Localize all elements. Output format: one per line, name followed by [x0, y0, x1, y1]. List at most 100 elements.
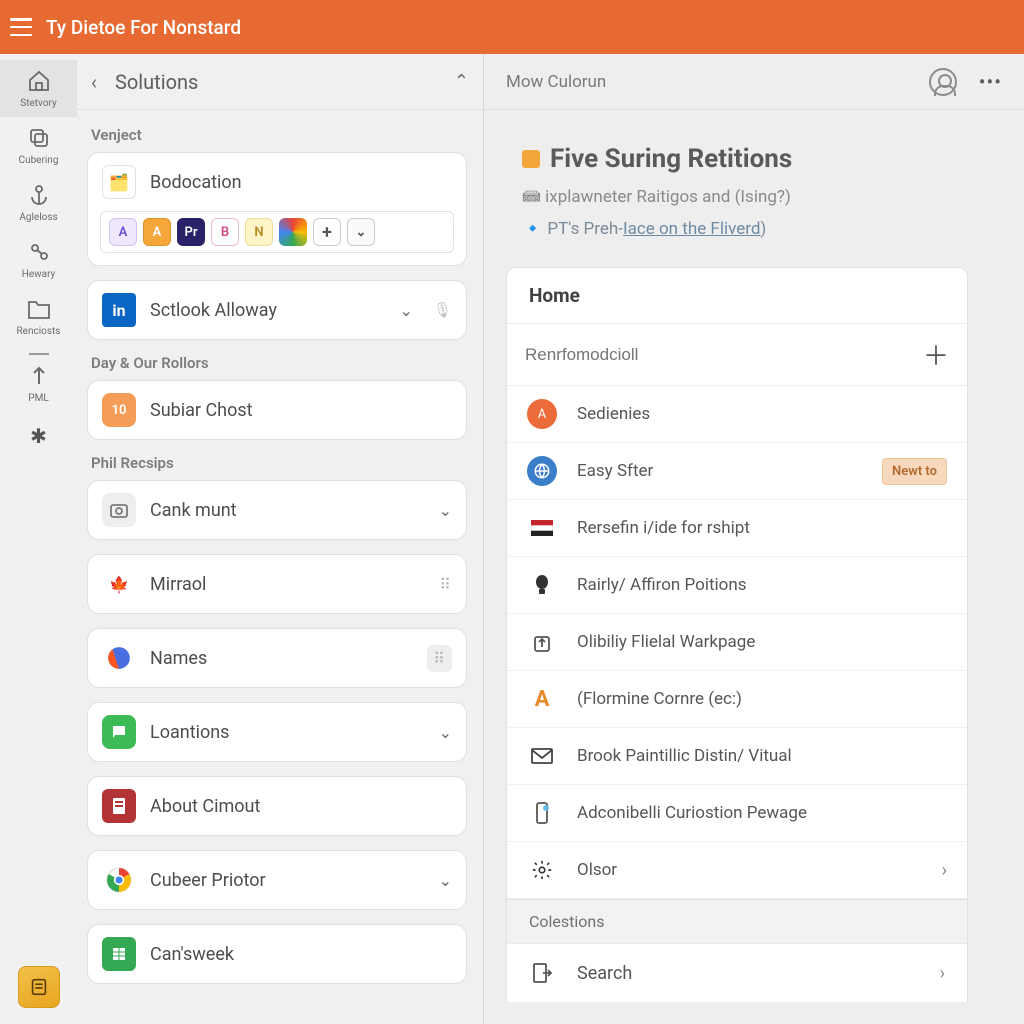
card-loantions[interactable]: Loantions ⌄: [87, 702, 467, 762]
app-title: Ty Dietoe For Nonstard: [46, 16, 241, 39]
drag-handle-icon[interactable]: ⠿: [439, 575, 452, 594]
firefox-icon: [102, 641, 136, 675]
home-panel: Home ＋ A Sedienies Easy Sfter Newt to Re…: [506, 267, 968, 900]
card-cank[interactable]: Cank munt ⌄: [87, 480, 467, 540]
rail-item-pml[interactable]: PML: [0, 355, 77, 412]
list-item-sedienies[interactable]: A Sedienies: [507, 386, 967, 443]
profile-icon[interactable]: [929, 68, 957, 96]
detail-column: Mow Culorun ••• Five Suring Retitions 📾 …: [484, 54, 1024, 1024]
section-venject: Venject: [91, 126, 467, 144]
list-item-easy-sfter[interactable]: Easy Sfter Newt to: [507, 443, 967, 500]
hero: Five Suring Retitions 📾 ixplawneter Rait…: [484, 110, 1024, 255]
chip-a1[interactable]: A: [109, 218, 137, 246]
add-button[interactable]: ＋: [923, 336, 949, 373]
back-button[interactable]: ‹: [91, 70, 97, 94]
phone-icon: [527, 798, 557, 828]
rail-divider: [0, 345, 77, 355]
chip-n[interactable]: N: [245, 218, 273, 246]
caret-a-icon: A: [527, 684, 557, 714]
panel-search-input[interactable]: [525, 345, 923, 365]
rail-item-stetvory[interactable]: Stetvory: [0, 60, 77, 117]
globe-icon: [527, 456, 557, 486]
card-mirraol[interactable]: 🍁 Mirraol ⠿: [87, 554, 467, 614]
avatar-icon: A: [527, 399, 557, 429]
upload-icon: [26, 363, 52, 389]
chevron-down-icon: ⌄: [439, 871, 452, 890]
exit-icon: [529, 960, 555, 986]
rail-item-agleloos[interactable]: Agleloss: [0, 174, 77, 231]
card-cansweek[interactable]: Can'sweek: [87, 924, 467, 984]
chip-a2[interactable]: A: [143, 218, 171, 246]
collections-head: Colestions: [507, 900, 967, 943]
section-day: Day & Our Rollors: [91, 354, 467, 372]
section-phil: Phil Recsips: [91, 454, 467, 472]
detail-header-title: Mow Culorun: [506, 72, 929, 92]
mic-icon[interactable]: 🎙︎: [433, 301, 452, 319]
chevron-down-icon: ⌄: [400, 301, 413, 320]
app-badge-icon: [18, 966, 60, 1008]
card-about[interactable]: About Cimout: [87, 776, 467, 836]
card-cubeer[interactable]: Cubeer Priotor ⌄: [87, 850, 467, 910]
bodocation-icon: 🗂️: [102, 165, 136, 199]
bulb-icon: [527, 570, 557, 600]
solutions-title: Solutions: [115, 70, 454, 94]
flag-icon: [527, 513, 557, 543]
folder-icon: [26, 296, 52, 322]
rail-item-hewary[interactable]: Hewary: [0, 231, 77, 288]
top-bar: Ty Dietoe For Nonstard: [0, 0, 1024, 54]
card-sctlook[interactable]: in Sctlook Alloway ⌄ 🎙︎: [87, 280, 467, 340]
collapse-button[interactable]: ⌃: [454, 71, 469, 92]
detail-header: Mow Culorun •••: [484, 54, 1024, 110]
hero-link-row: 🔹 PT's Preh-Iace on the Fliverd): [522, 219, 994, 239]
activity-icon: [26, 239, 52, 265]
camera-icon: [102, 493, 136, 527]
linkedin-icon: in: [102, 293, 136, 327]
hero-badge-icon: [522, 150, 540, 168]
message-icon: [102, 715, 136, 749]
chip-b[interactable]: B: [211, 218, 239, 246]
chevron-down-icon: ⌄: [439, 723, 452, 742]
sparkle-icon: ✱: [30, 424, 47, 448]
list-item-olsor[interactable]: Olsor ›: [507, 842, 967, 899]
hero-title: Five Suring Retitions: [522, 144, 994, 174]
doc-icon: [102, 789, 136, 823]
card-names[interactable]: Names ⠿: [87, 628, 467, 688]
solutions-column: ‹ Solutions ⌃ Venject 🗂️ Bodocation A A …: [77, 54, 484, 1024]
chevron-right-icon: ›: [942, 860, 947, 881]
anchor-icon: [26, 182, 52, 208]
list-item-rairly[interactable]: Rairly/ Affiron Poitions: [507, 557, 967, 614]
rail-item-renciosts[interactable]: Renciosts: [0, 288, 77, 345]
list-item-olibility[interactable]: Olibiliy Flielal Warkpage: [507, 614, 967, 671]
mail-icon: [527, 741, 557, 771]
menu-icon[interactable]: [10, 18, 32, 36]
panel-search-row: ＋: [507, 324, 967, 386]
maple-icon: 🍁: [102, 567, 136, 601]
drag-handle-icon[interactable]: ⠿: [427, 645, 452, 672]
rail-bottom-button[interactable]: [18, 966, 60, 1008]
chip-pr[interactable]: Pr: [177, 218, 205, 246]
rail-item-sparkle[interactable]: ✱: [0, 412, 77, 456]
gear-icon: [527, 855, 557, 885]
chevron-right-icon: ›: [940, 963, 945, 984]
card-subiar[interactable]: 10 Subiar Chost: [87, 380, 467, 440]
chip-more[interactable]: ⌄: [347, 218, 375, 246]
hero-link[interactable]: Iace on the Fliverd: [623, 219, 760, 239]
new-badge: Newt to: [882, 458, 947, 485]
sheets-icon: [102, 937, 136, 971]
home-icon: [26, 68, 52, 94]
card-bodocation[interactable]: 🗂️ Bodocation A A Pr B N + ⌄: [87, 152, 467, 266]
chevron-down-icon: ⌄: [439, 501, 452, 520]
chip-add[interactable]: +: [313, 218, 341, 246]
panel-head: Home: [507, 268, 967, 324]
list-item-search[interactable]: Search ›: [507, 943, 967, 1002]
solutions-header: ‹ Solutions ⌃: [77, 54, 483, 110]
chip-row: A A Pr B N + ⌄: [100, 211, 454, 253]
list-item-flormine[interactable]: A (Flormine Cornre (ec:): [507, 671, 967, 728]
list-item-brook[interactable]: Brook Paintillic Distin/ Vitual: [507, 728, 967, 785]
chip-color-icon[interactable]: [279, 218, 307, 246]
list-item-resefin[interactable]: Rersefin i/ide for rshipt: [507, 500, 967, 557]
list-item-adconibelli[interactable]: Adconibelli Curiostion Pewage: [507, 785, 967, 842]
more-icon[interactable]: •••: [979, 70, 1002, 94]
hero-subtitle: 📾 ixplawneter Raitigos and (Ising?): [522, 184, 994, 213]
rail-item-cubering[interactable]: Cubering: [0, 117, 77, 174]
